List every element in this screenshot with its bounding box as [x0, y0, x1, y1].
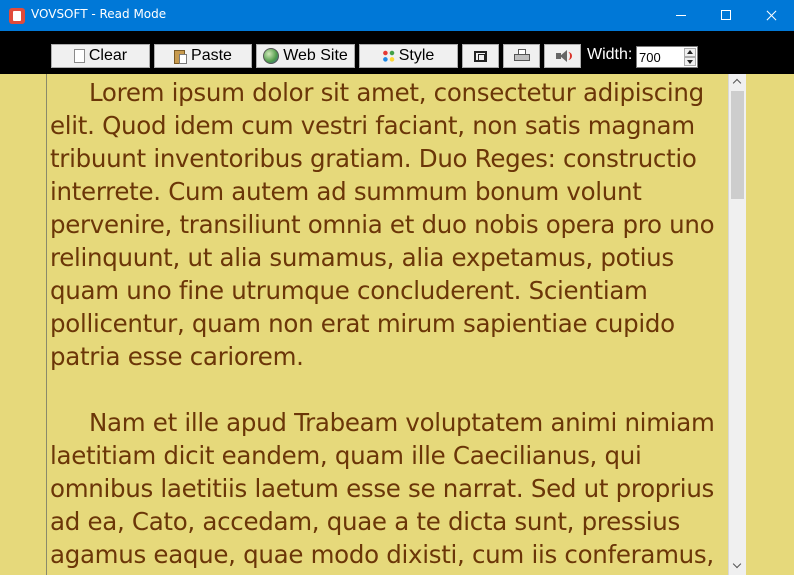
paragraph: Nam et ille apud Trabeam voluptatem anim… [50, 408, 715, 569]
minimize-button[interactable] [658, 0, 704, 31]
speaker-icon [555, 49, 572, 63]
text-panel[interactable]: Lorem ipsum dolor sit amet, consectetur … [46, 74, 728, 575]
close-button[interactable] [748, 0, 794, 31]
fit-window-button[interactable] [462, 44, 499, 68]
spin-up-button[interactable] [684, 48, 696, 57]
width-label: Width: [587, 46, 633, 63]
width-input[interactable] [639, 49, 679, 65]
print-button[interactable] [503, 44, 540, 68]
vertical-scrollbar[interactable] [728, 74, 746, 575]
title-bar: VOVSOFT - Read Mode [0, 0, 794, 31]
paste-button-label: Paste [191, 47, 232, 64]
website-button[interactable]: Web Site [256, 44, 355, 68]
maximize-button[interactable] [703, 0, 749, 31]
text-content: Lorem ipsum dolor sit amet, consectetur … [47, 74, 728, 571]
palette-icon [382, 50, 395, 62]
clear-button-label: Clear [88, 47, 128, 64]
scroll-down-arrow[interactable] [729, 558, 746, 575]
toolbar: Clear Paste Web Site Style Width: [0, 31, 794, 74]
width-spinbox[interactable] [636, 46, 698, 68]
style-button-label: Style [398, 47, 435, 64]
paragraph: Lorem ipsum dolor sit amet, consectetur … [50, 78, 715, 371]
page-icon [73, 49, 85, 63]
spin-down-button[interactable] [684, 57, 696, 66]
printer-icon [513, 49, 530, 63]
clear-button[interactable]: Clear [51, 44, 150, 68]
paste-button[interactable]: Paste [154, 44, 252, 68]
app-icon [9, 8, 25, 24]
scroll-thumb[interactable] [731, 91, 744, 199]
style-button[interactable]: Style [359, 44, 458, 68]
fit-icon [474, 50, 487, 62]
reading-area: Lorem ipsum dolor sit amet, consectetur … [0, 74, 794, 575]
app-window: VOVSOFT - Read Mode Clear Paste Web Site… [0, 0, 794, 575]
window-title: VOVSOFT - Read Mode [31, 7, 167, 21]
clipboard-icon [174, 49, 188, 64]
website-button-label: Web Site [283, 47, 348, 64]
scroll-up-arrow[interactable] [729, 74, 746, 91]
globe-icon [263, 48, 280, 64]
speak-button[interactable] [544, 44, 581, 68]
